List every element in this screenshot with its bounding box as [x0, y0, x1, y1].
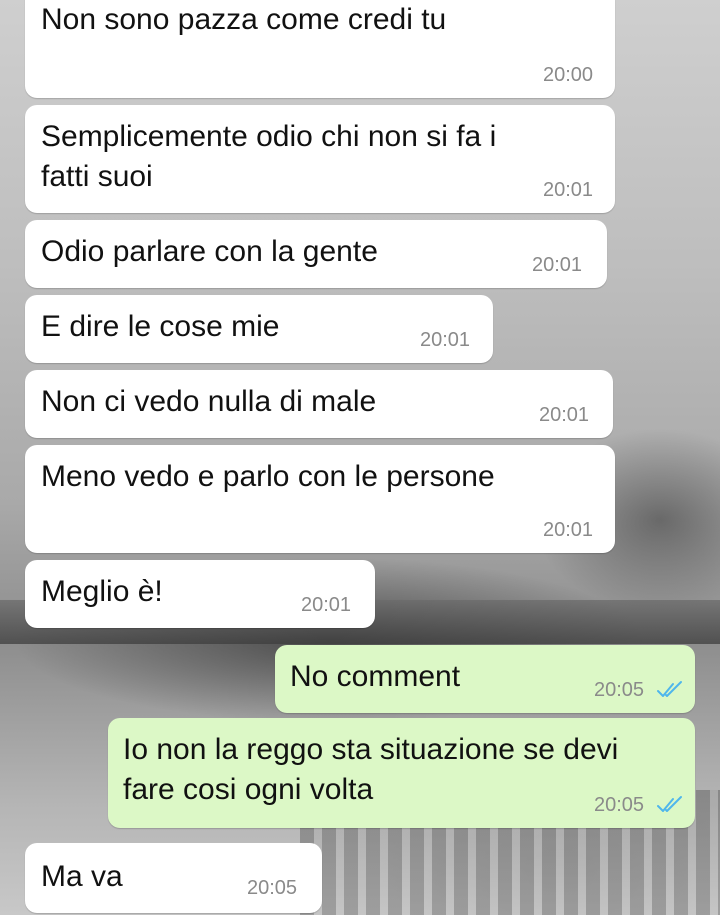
- message-text-line: No comment: [290, 660, 461, 693]
- message-timestamp: 20:01: [301, 594, 352, 616]
- message-bubble-incoming[interactable]: Semplicemente odio chi non si fa i fatti…: [25, 105, 615, 213]
- message-text-line: Non sono pazza come credi tu: [41, 3, 447, 36]
- message-text-line: Meglio è!: [41, 575, 163, 608]
- message-timestamp: 20:01: [543, 179, 594, 201]
- message-timestamp: 20:05: [594, 794, 645, 816]
- message-text-line: fare cosi ogni volta: [123, 773, 374, 806]
- message-timestamp: 20:05: [594, 679, 645, 701]
- message-timestamp: 20:05: [247, 877, 298, 899]
- double-check-read-icon: [657, 681, 682, 697]
- message-timestamp: 20:01: [539, 404, 590, 426]
- message-text-line: E dire le cose mie: [41, 310, 280, 343]
- double-check-read-icon: [657, 796, 682, 812]
- message-bubble-incoming[interactable]: Meglio è! 20:01: [25, 560, 375, 628]
- message-text-line: Semplicemente odio chi non si fa i: [41, 120, 497, 153]
- message-text-line: Io non la reggo sta situazione se devi: [123, 733, 619, 766]
- message-bubble-incoming[interactable]: Non sono pazza come credi tu 20:00: [25, 0, 615, 98]
- message-bubble-outgoing[interactable]: No comment 20:05: [275, 645, 695, 713]
- message-bubble-incoming[interactable]: Ma va 20:05: [25, 843, 322, 913]
- message-bubble-incoming[interactable]: Meno vedo e parlo con le persone 20:01: [25, 445, 615, 553]
- message-text-line: Meno vedo e parlo con le persone: [41, 460, 495, 493]
- message-text-line: Odio parlare con la gente: [41, 235, 378, 268]
- message-bubble-incoming[interactable]: Odio parlare con la gente 20:01: [25, 220, 607, 288]
- message-text-line: Ma va: [41, 860, 123, 893]
- message-timestamp: 20:01: [532, 254, 583, 276]
- message-bubble-incoming[interactable]: Non ci vedo nulla di male 20:01: [25, 370, 613, 438]
- message-bubble-outgoing[interactable]: Io non la reggo sta situazione se devi f…: [108, 718, 695, 828]
- message-text-line: Non ci vedo nulla di male: [41, 385, 377, 418]
- message-timestamp: 20:01: [543, 519, 594, 541]
- message-timestamp: 20:00: [543, 64, 594, 86]
- message-timestamp: 20:01: [420, 329, 471, 351]
- message-text-line: fatti suoi: [41, 160, 153, 193]
- message-bubble-incoming[interactable]: E dire le cose mie 20:01: [25, 295, 493, 363]
